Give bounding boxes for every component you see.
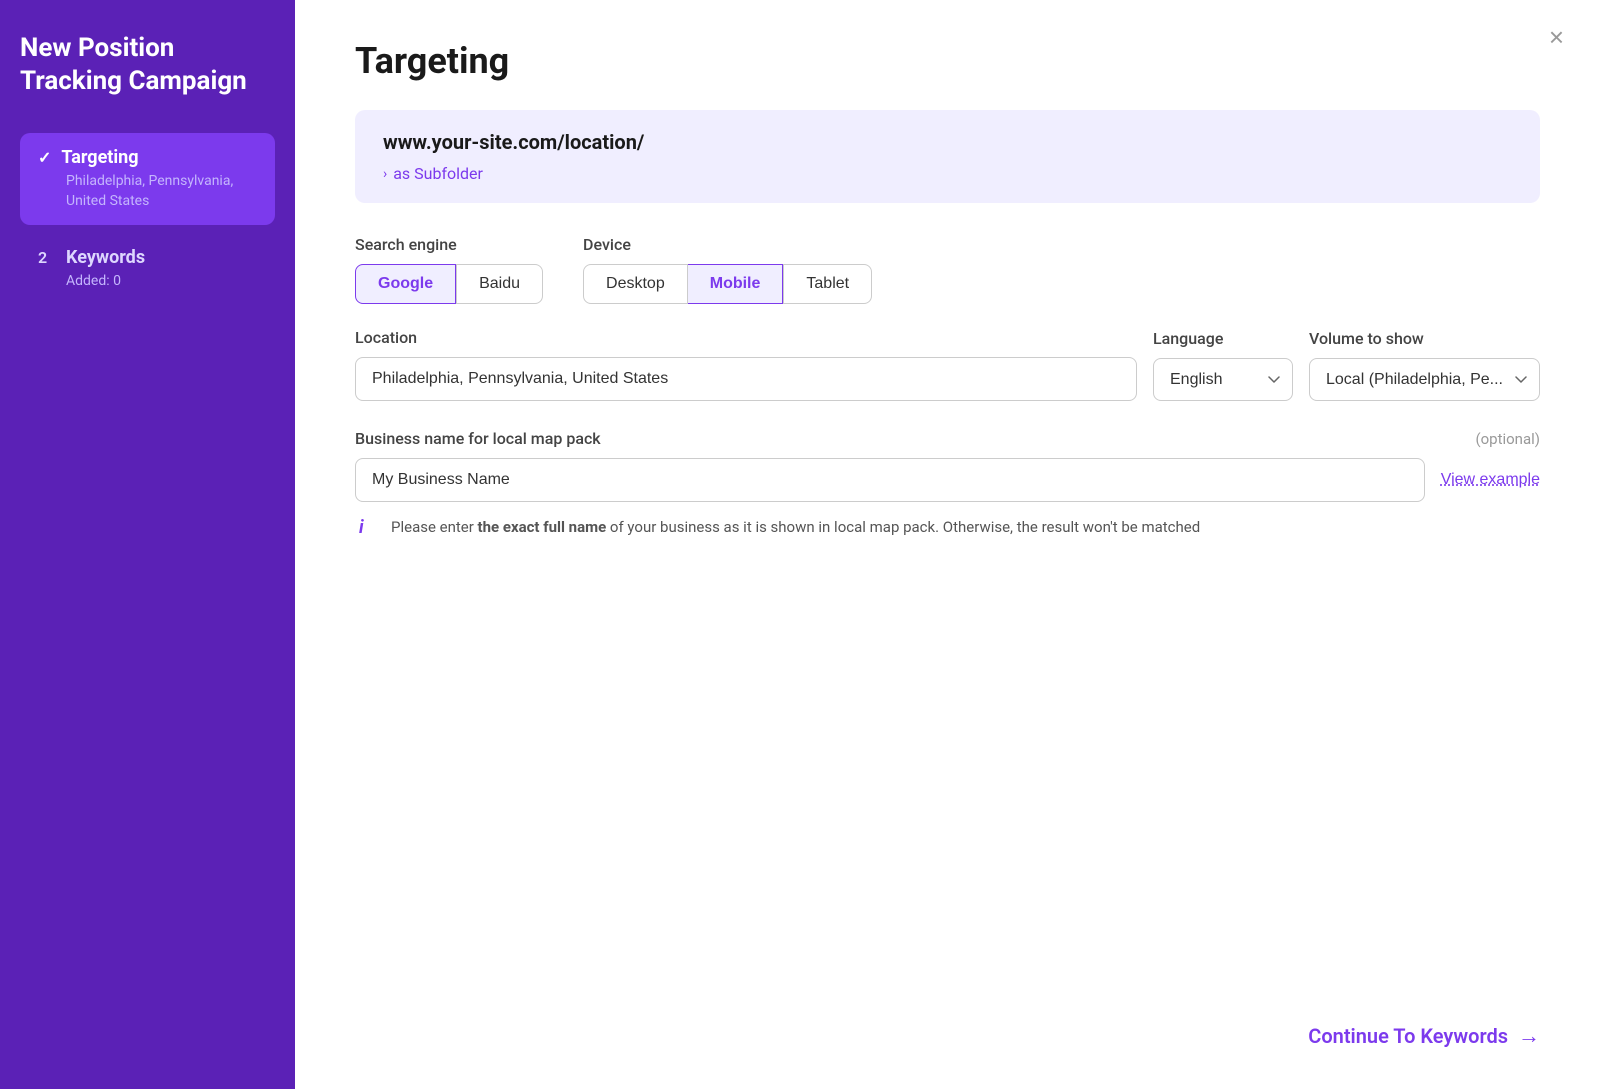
device-label: Device: [583, 235, 872, 254]
optional-label: (optional): [1475, 430, 1540, 448]
sidebar-item-keywords[interactable]: 2 Keywords Added: 0: [20, 233, 275, 306]
location-group: Location: [355, 328, 1137, 401]
page-title: Targeting: [355, 40, 1540, 82]
sidebar-item-targeting[interactable]: ✓ Targeting Philadelphia, Pennsylvania, …: [20, 133, 275, 225]
sidebar-item-keywords-number: 2: [38, 248, 56, 267]
search-engine-group: Search engine Google Baidu: [355, 235, 543, 304]
continue-button[interactable]: Continue To Keywords →: [1308, 1023, 1540, 1049]
business-label-row: Business name for local map pack (option…: [355, 429, 1540, 448]
language-label: Language: [1153, 329, 1293, 348]
business-section: Business name for local map pack (option…: [355, 429, 1540, 539]
search-engine-options: Google Baidu: [355, 264, 543, 304]
device-options: Desktop Mobile Tablet: [583, 264, 872, 304]
sidebar: New Position Tracking Campaign ✓ Targeti…: [0, 0, 295, 1089]
sidebar-item-keywords-label: Keywords: [66, 247, 145, 268]
engine-device-row: Search engine Google Baidu Device Deskto…: [355, 235, 1540, 304]
sidebar-item-targeting-sub: Philadelphia, Pennsylvania, United State…: [66, 172, 257, 211]
volume-group: Volume to show Local (Philadelphia, Pe..…: [1309, 329, 1540, 401]
location-input[interactable]: [355, 357, 1137, 401]
sidebar-check-icon: ✓: [38, 148, 51, 167]
continue-arrow-icon: →: [1518, 1023, 1540, 1049]
engine-baidu-button[interactable]: Baidu: [456, 264, 543, 304]
volume-select[interactable]: Local (Philadelphia, Pe... National Glob…: [1309, 358, 1540, 401]
business-label: Business name for local map pack: [355, 429, 601, 448]
url-value: www.your-site.com/location/: [383, 130, 1512, 154]
volume-label: Volume to show: [1309, 329, 1540, 348]
language-select[interactable]: English Spanish French: [1153, 358, 1293, 401]
info-text: Please enter the exact full name of your…: [391, 516, 1200, 539]
language-group: Language English Spanish French: [1153, 329, 1293, 401]
close-button[interactable]: ×: [1549, 24, 1564, 50]
engine-google-button[interactable]: Google: [355, 264, 456, 304]
main-content: × Targeting www.your-site.com/location/ …: [295, 0, 1600, 1089]
info-box: i Please enter the exact full name of yo…: [355, 516, 1540, 539]
location-label: Location: [355, 328, 1137, 347]
sidebar-item-targeting-label: Targeting: [61, 147, 138, 168]
subfolder-label: as Subfolder: [393, 164, 483, 183]
device-group: Device Desktop Mobile Tablet: [583, 235, 872, 304]
device-mobile-button[interactable]: Mobile: [688, 264, 784, 304]
sidebar-title: New Position Tracking Campaign: [20, 32, 275, 97]
chevron-right-icon: ›: [383, 166, 387, 182]
subfolder-link[interactable]: › as Subfolder: [383, 164, 1512, 183]
sidebar-item-keywords-sub: Added: 0: [66, 272, 257, 292]
view-example-button[interactable]: View example: [1441, 471, 1540, 489]
continue-label: Continue To Keywords: [1308, 1024, 1508, 1048]
device-tablet-button[interactable]: Tablet: [783, 264, 872, 304]
business-name-input[interactable]: [355, 458, 1425, 502]
device-desktop-button[interactable]: Desktop: [583, 264, 688, 304]
info-icon: i: [359, 517, 381, 538]
business-input-row: View example: [355, 458, 1540, 502]
search-engine-label: Search engine: [355, 235, 543, 254]
url-box: www.your-site.com/location/ › as Subfold…: [355, 110, 1540, 203]
